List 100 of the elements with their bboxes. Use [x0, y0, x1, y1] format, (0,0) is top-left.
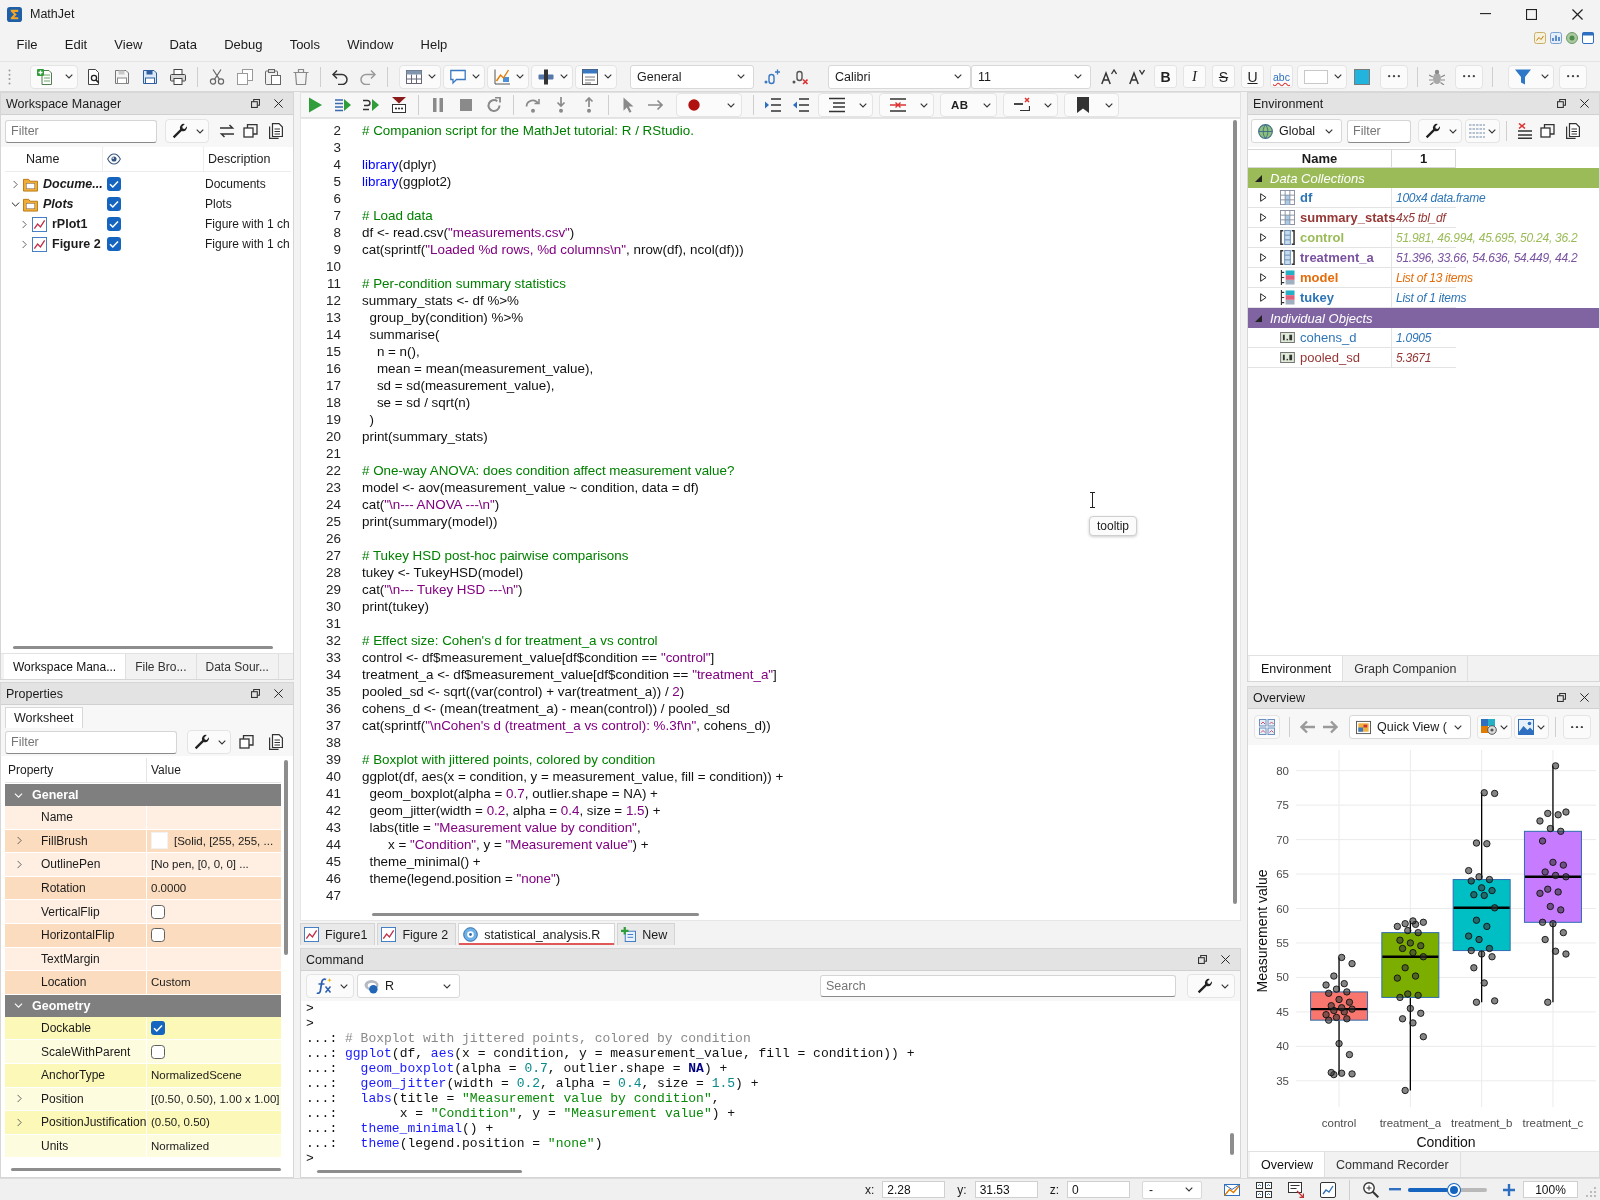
group-header[interactable]: General	[5, 784, 281, 806]
filter-field[interactable]: Filter	[5, 119, 157, 143]
breakpoint-dropdown[interactable]	[676, 93, 742, 117]
tab[interactable]: Workspace Mana...	[4, 654, 127, 679]
property-row[interactable]: Rotation 0.0000	[5, 876, 281, 901]
copy-icon[interactable]	[237, 68, 253, 85]
function-dropdown[interactable]	[306, 974, 354, 998]
scrollbar-thumb[interactable]	[317, 1170, 522, 1173]
column-header[interactable]: Name	[26, 152, 60, 166]
language-dropdown[interactable]: R	[357, 974, 460, 998]
chevron-icon[interactable]	[17, 1094, 22, 1104]
alignment-dropdown[interactable]	[531, 64, 573, 89]
expand-arrow-icon[interactable]	[1260, 253, 1267, 262]
expand-arrow-icon[interactable]	[1260, 293, 1267, 302]
scrollbar-thumb[interactable]	[1233, 120, 1237, 904]
coordinate-field[interactable]: 31.53	[974, 1181, 1038, 1198]
menu-item[interactable]: Data	[155, 37, 211, 52]
variable-name[interactable]: cohens_d	[1300, 330, 1357, 345]
coordinate-field[interactable]: 0	[1067, 1181, 1130, 1198]
property-row[interactable]: AnchorType NormalizedScene	[5, 1063, 281, 1088]
magnifier-icon[interactable]	[1363, 1181, 1379, 1198]
tab[interactable]: Worksheet	[5, 707, 83, 728]
restore-icon[interactable]	[1557, 693, 1566, 702]
plus-icon[interactable]	[1503, 1183, 1515, 1196]
grid-layout-icon[interactable]	[1256, 1181, 1272, 1198]
group-header[interactable]: Geometry	[5, 994, 281, 1017]
new-dropdown[interactable]	[30, 64, 78, 89]
group-header[interactable]: Individual Objects	[1248, 308, 1599, 328]
open-document-icon[interactable]	[86, 68, 102, 85]
font-size-dropdown[interactable]: 11	[971, 64, 1091, 89]
strikethrough-dropdown[interactable]	[879, 93, 934, 117]
property-row[interactable]: Dockable	[5, 1016, 281, 1041]
run-step-icon[interactable]	[363, 97, 379, 113]
forward-arrow-icon[interactable]	[1323, 719, 1339, 735]
pause-icon[interactable]	[430, 97, 446, 113]
tree-item-label[interactable]: rPlot1	[52, 217, 88, 231]
file-tab[interactable]: New	[617, 923, 676, 945]
restore-icon[interactable]	[251, 99, 260, 108]
copy-document-icon[interactable]	[1564, 123, 1580, 139]
scrollbar-thumb[interactable]	[13, 646, 273, 649]
variable-name[interactable]: df	[1300, 190, 1313, 205]
chart-settings-dropdown[interactable]	[1477, 715, 1512, 739]
close-icon[interactable]	[274, 689, 283, 698]
redo-icon[interactable]	[360, 68, 376, 85]
text-case-dropdown[interactable]: AB	[940, 93, 997, 117]
column-header[interactable]: Description	[208, 152, 271, 166]
menu-item[interactable]: Window	[333, 37, 407, 52]
outdent-icon[interactable]	[793, 97, 809, 113]
save-icon[interactable]	[114, 68, 130, 85]
menu-item[interactable]: Help	[407, 37, 461, 52]
maximize-icon[interactable]	[1525, 8, 1537, 20]
property-row[interactable]: ScaleWithParent	[5, 1040, 281, 1064]
font-shrink-icon[interactable]	[1129, 68, 1145, 85]
property-row[interactable]: HorizontalFlip	[5, 923, 281, 948]
strikethrough-button[interactable]: S	[1212, 65, 1235, 88]
expand-arrow-icon[interactable]	[1260, 213, 1267, 222]
search-field[interactable]: Search	[820, 975, 1176, 997]
property-row[interactable]: Location Custom	[5, 971, 281, 995]
chevron-icon[interactable]	[17, 836, 22, 846]
chevron-icon[interactable]	[12, 179, 18, 189]
bookmark-dropdown[interactable]	[1063, 93, 1119, 117]
indent-icon[interactable]	[765, 97, 781, 113]
restart-icon[interactable]	[486, 97, 502, 113]
checkbox[interactable]	[107, 217, 121, 231]
checkbox[interactable]	[151, 904, 165, 919]
font-dropdown[interactable]: Calibri	[828, 64, 971, 89]
coordinate-field[interactable]: 2.28	[882, 1181, 946, 1198]
circle-icon[interactable]	[1566, 32, 1578, 44]
chevron-icon[interactable]	[21, 219, 27, 229]
file-tab[interactable]: Figure1	[300, 923, 376, 945]
filter-field[interactable]: Filter	[1347, 119, 1411, 143]
line-remove-dropdown[interactable]	[1002, 93, 1058, 117]
menu-item[interactable]: Edit	[51, 37, 101, 52]
close-icon[interactable]	[1571, 8, 1583, 20]
property-row[interactable]: PositionJustification (0.50, 0.50)	[5, 1111, 281, 1135]
slider-thumb[interactable]	[1447, 1183, 1460, 1196]
checkbox[interactable]	[107, 237, 121, 251]
run-lines-icon[interactable]	[335, 97, 351, 113]
close-icon[interactable]	[1221, 955, 1230, 964]
property-row[interactable]: FillBrush [Solid, [255, 255, ...	[5, 829, 281, 854]
minus-icon[interactable]	[1389, 1188, 1401, 1191]
worksheet-dropdown[interactable]	[575, 64, 617, 89]
scope-dropdown[interactable]: Global	[1251, 119, 1342, 143]
expand-arrow-icon[interactable]	[1260, 233, 1267, 242]
picture-dropdown[interactable]	[1514, 715, 1549, 739]
zoom-field[interactable]: 100%	[1523, 1181, 1578, 1198]
bug-icon[interactable]	[1429, 68, 1445, 85]
checkbox[interactable]	[151, 1044, 165, 1059]
checkbox[interactable]	[151, 928, 165, 943]
expand-arrow-icon[interactable]	[1260, 273, 1267, 282]
minimize-icon[interactable]	[1479, 13, 1491, 15]
expand-arrow-icon[interactable]	[1260, 193, 1267, 202]
property-row[interactable]: Name	[5, 806, 281, 830]
close-icon[interactable]	[1580, 693, 1589, 702]
bold-button[interactable]: B	[1154, 65, 1177, 88]
play-icon[interactable]	[307, 97, 323, 113]
settings-dropdown[interactable]	[1418, 119, 1462, 143]
property-row[interactable]: VerticalFlip	[5, 900, 281, 924]
chevron-icon[interactable]	[21, 239, 27, 249]
trash-icon[interactable]	[293, 68, 309, 85]
